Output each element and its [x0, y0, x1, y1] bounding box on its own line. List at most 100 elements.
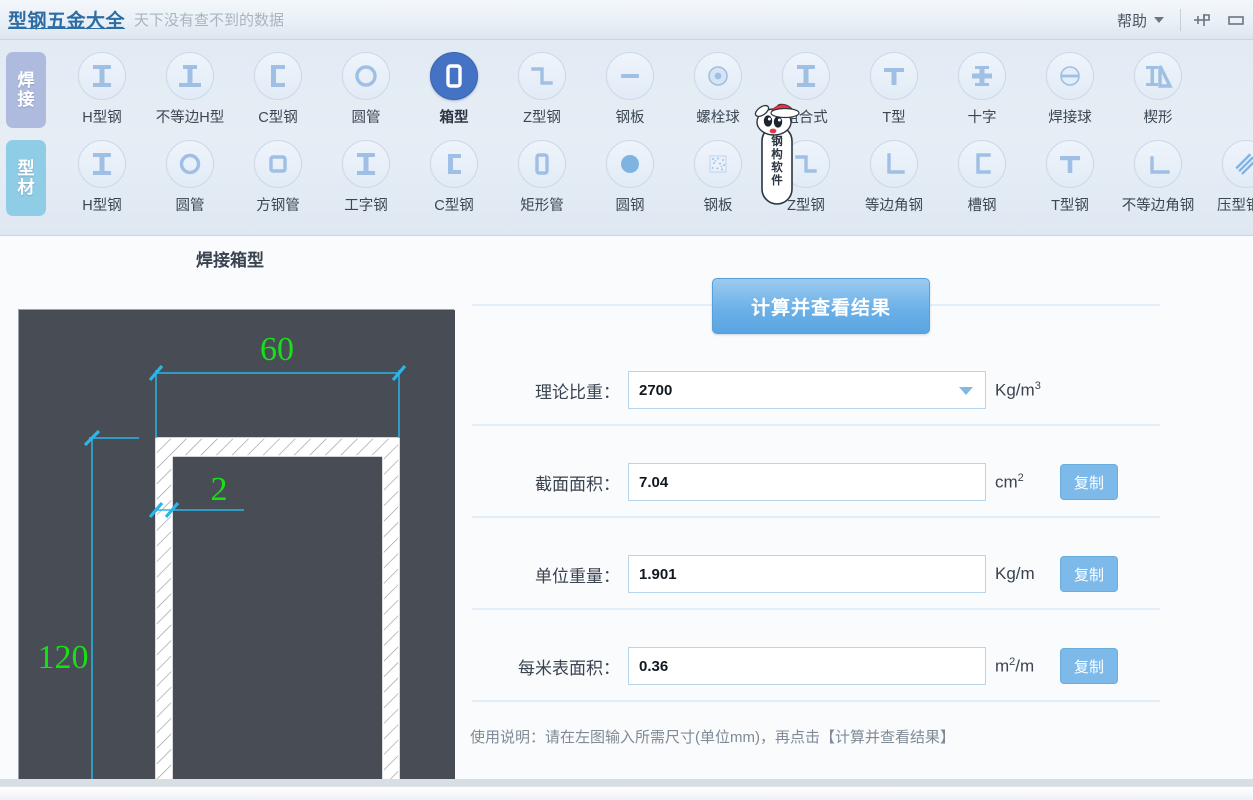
page-title: 焊接箱型 [196, 251, 264, 270]
toolbar-item-z-section-rolled[interactable]: Z型钢 [762, 140, 850, 215]
toolbar-item-round-pipe-welded[interactable]: 圆管 [322, 52, 410, 127]
toolbar-item-label: 圆管 [351, 110, 381, 126]
toolbar-item-round-pipe-rolled[interactable]: 圆管 [146, 140, 234, 215]
toolbar-item-label: Z型钢 [523, 110, 561, 126]
toolbar-item-wedge[interactable]: 楔形 [1114, 52, 1202, 127]
toolbar-item-equal-angle[interactable]: 等边角钢 [850, 140, 938, 215]
toolbar-item-c-channel-welded[interactable]: C型钢 [234, 52, 322, 127]
c-channel-icon [430, 140, 478, 188]
status-bar [0, 786, 1253, 800]
minimize-icon[interactable] [1219, 0, 1253, 40]
field-row-density: 理论比重： 2700 Kg/m3 [468, 368, 1168, 412]
toolbar-item-bolt-ball[interactable]: 螺栓球 [674, 52, 762, 127]
category-toolbar: 焊 接 H型钢 不等边H型 C型钢 圆管 箱型 Z型钢 钢板 螺栓球 组合式 T… [0, 40, 1253, 236]
composite-icon [782, 52, 830, 100]
toolbar-item-round-bar[interactable]: 圆钢 [586, 140, 674, 215]
usage-hint: 使用说明：请在左图输入所需尺寸(单位mm)，再点击【计算并查看结果】 [470, 729, 955, 746]
toolbar-item-z-section-welded[interactable]: Z型钢 [498, 52, 586, 127]
surface-area-input[interactable]: 0.36 [628, 647, 986, 685]
toolbar-item-rect-tube[interactable]: 矩形管 [498, 140, 586, 215]
toolbar-item-label: 钢板 [703, 198, 733, 214]
titlebar-controls: 帮助 [1105, 0, 1253, 40]
dimension-width-label: 60 [260, 331, 294, 368]
app-window: 型钢五金大全 天下没有查不到的数据 帮助 焊 接 H型钢 不等边H型 C型钢 圆… [0, 0, 1253, 800]
density-label: 理论比重： [535, 382, 620, 402]
title-bar: 型钢五金大全 天下没有查不到的数据 帮助 [0, 0, 1253, 40]
field-row-section-area: 截面面积： 7.04 cm2 复制 [468, 460, 1168, 504]
toolbar-item-steel-plate-welded[interactable]: 钢板 [586, 52, 674, 127]
toolbar-item-label: 压型钢板 [1217, 198, 1253, 214]
bolt-ball-icon [694, 52, 742, 100]
dimension-web-thickness-label: 2 [211, 471, 228, 508]
wedge-icon [1134, 52, 1182, 100]
surface-area-unit: m2/m [995, 655, 1035, 676]
section-area-input[interactable]: 7.04 [628, 463, 986, 501]
box-section-icon [430, 52, 478, 100]
toolbar-item-composite[interactable]: 组合式 [762, 52, 850, 127]
cross-section-icon [958, 52, 1006, 100]
section-area-value: 7.04 [639, 473, 669, 491]
density-input[interactable]: 2700 [628, 371, 986, 409]
round-pipe-icon [166, 140, 214, 188]
section-area-unit: cm2 [995, 471, 1024, 492]
toolbar-item-label: T型钢 [1051, 198, 1089, 214]
equal-angle-icon [870, 140, 918, 188]
toolbar-item-label: T型 [882, 110, 906, 126]
toolbar-item-square-tube[interactable]: 方钢管 [234, 140, 322, 215]
toolbar-item-h-beam-rolled[interactable]: H型钢 [58, 140, 146, 215]
unit-weight-unit: Kg/m [995, 564, 1035, 583]
category-tab-welded[interactable]: 焊 接 [6, 52, 46, 128]
chevron-down-icon[interactable] [959, 387, 973, 395]
toolbar-item-c-channel-rolled[interactable]: C型钢 [410, 140, 498, 215]
category-tab-shapes[interactable]: 型 材 [6, 140, 46, 216]
toolbar-item-label: 楔形 [1143, 110, 1173, 126]
toolbar-item-unequal-angle[interactable]: 不等边角钢 [1114, 140, 1202, 215]
toolbar-item-label: 十字 [967, 110, 997, 126]
toolbar-item-t-section-welded[interactable]: T型 [850, 52, 938, 127]
toolbar-item-cross-section[interactable]: 十字 [938, 52, 1026, 127]
section-drawing-panel[interactable]: 60 120 2 [18, 309, 455, 800]
copy-surface-area-button[interactable]: 复制 [1060, 648, 1118, 684]
toolbar-item-plate-rolled[interactable]: 钢板 [674, 140, 762, 215]
density-value: 2700 [639, 381, 673, 399]
category-tab-shapes-char-1: 材 [17, 178, 35, 197]
toolbar-item-i-beam[interactable]: 工字钢 [322, 140, 410, 215]
toolbar-item-label: 圆钢 [615, 198, 645, 214]
unit-weight-value: 1.901 [639, 565, 677, 583]
h-beam-icon [78, 140, 126, 188]
toolbar-item-t-section-rolled[interactable]: T型钢 [1026, 140, 1114, 215]
pin-icon[interactable] [1185, 0, 1219, 40]
toolbar-item-box-section[interactable]: 箱型 [410, 52, 498, 127]
toolbar-item-h-beam-welded[interactable]: H型钢 [58, 52, 146, 127]
calculation-form: 计算并查看结果 理论比重： 2700 Kg/m3 截面面积： 7.04 cm2 [468, 236, 1168, 796]
toolbar-item-label: 箱型 [439, 110, 469, 126]
rect-tube-icon [518, 140, 566, 188]
field-row-unit-weight: 单位重量： 1.901 Kg/m 复制 [468, 552, 1168, 596]
z-section-icon [782, 140, 830, 188]
square-tube-icon [254, 140, 302, 188]
chevron-down-icon [1154, 17, 1164, 23]
copy-unit-weight-button[interactable]: 复制 [1060, 556, 1118, 592]
density-unit: Kg/m3 [995, 379, 1041, 400]
c-channel-icon [254, 52, 302, 100]
round-bar-icon [606, 140, 654, 188]
calculate-button[interactable]: 计算并查看结果 [712, 278, 930, 334]
toolbar-item-label: C型钢 [434, 198, 474, 214]
toolbar-item-corrugated-plate[interactable]: 压型钢板 [1202, 140, 1253, 215]
toolbar-row-shapes: 型 材 H型钢 圆管 方钢管 工字钢 C型钢 矩形管 圆钢 钢板 Z型钢 等边角… [0, 140, 1253, 228]
t-section-icon [1046, 140, 1094, 188]
help-menu-button[interactable]: 帮助 [1105, 10, 1176, 31]
toolbar-row-welded: 焊 接 H型钢 不等边H型 C型钢 圆管 箱型 Z型钢 钢板 螺栓球 组合式 T… [0, 52, 1202, 140]
category-tab-welded-char-1: 接 [17, 90, 35, 109]
steel-plate-icon [606, 52, 654, 100]
unit-weight-label: 单位重量： [535, 566, 620, 586]
toolbar-item-unequal-h-beam[interactable]: 不等边H型 [146, 52, 234, 127]
titlebar-divider [1180, 9, 1181, 31]
copy-section-area-button[interactable]: 复制 [1060, 464, 1118, 500]
unit-weight-input[interactable]: 1.901 [628, 555, 986, 593]
h-beam-icon [78, 52, 126, 100]
app-brand-title: 型钢五金大全 [8, 11, 126, 32]
plate-texture-icon [694, 140, 742, 188]
toolbar-item-channel[interactable]: 槽钢 [938, 140, 1026, 215]
toolbar-item-weld-ball[interactable]: 焊接球 [1026, 52, 1114, 127]
